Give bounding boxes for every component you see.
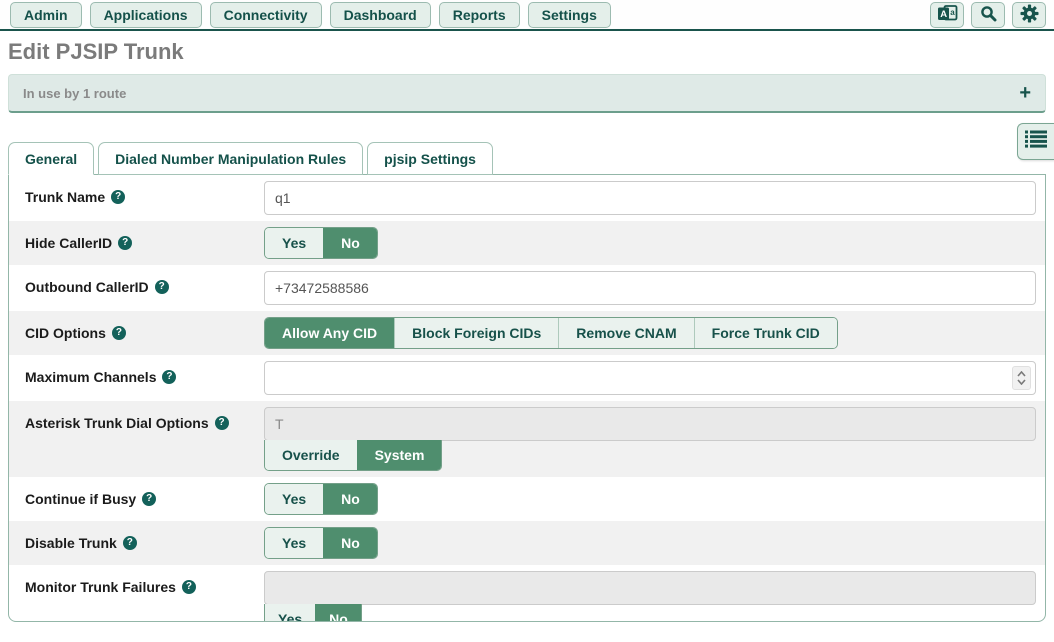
svg-text:a: a	[950, 8, 955, 17]
number-spinner[interactable]	[1012, 366, 1031, 390]
hide-callerid-label: Hide CallerID	[25, 235, 112, 251]
tab-pjsip-settings[interactable]: pjsip Settings	[367, 142, 493, 175]
row-hide-callerid: Hide CallerID ? Yes No	[9, 221, 1045, 265]
tab-bar: General Dialed Number Manipulation Rules…	[8, 141, 1054, 174]
nav-settings[interactable]: Settings	[528, 2, 611, 28]
help-icon[interactable]: ?	[142, 492, 156, 506]
cid-options-label: CID Options	[25, 325, 106, 341]
help-icon[interactable]: ?	[155, 280, 169, 294]
row-outbound-callerid: Outbound CallerID ?	[9, 265, 1045, 311]
monitor-failures-no[interactable]: No	[315, 604, 361, 622]
cid-remove-cnam[interactable]: Remove CNAM	[558, 318, 693, 348]
row-trunk-name: Trunk Name ?	[9, 175, 1045, 221]
settings-gear-button[interactable]	[1012, 2, 1046, 28]
continue-if-busy-yes[interactable]: Yes	[265, 484, 323, 514]
tab-general[interactable]: General	[8, 142, 94, 175]
row-disable-trunk: Disable Trunk ? Yes No	[9, 521, 1045, 565]
trunk-name-input[interactable]	[264, 181, 1036, 215]
nav-icon-group: A a	[930, 2, 1046, 28]
maximum-channels-input[interactable]	[264, 361, 1036, 395]
monitor-trunk-failures-label: Monitor Trunk Failures	[25, 579, 176, 595]
row-continue-if-busy: Continue if Busy ? Yes No	[9, 477, 1045, 521]
search-button[interactable]	[971, 2, 1005, 28]
language-button[interactable]: A a	[930, 2, 964, 28]
top-nav: Admin Applications Connectivity Dashboar…	[0, 0, 1054, 31]
help-icon[interactable]: ?	[162, 370, 176, 384]
search-icon	[980, 5, 997, 25]
dial-options-input	[264, 407, 1036, 441]
nav-applications[interactable]: Applications	[90, 2, 202, 28]
cid-block-foreign[interactable]: Block Foreign CIDs	[394, 318, 558, 348]
help-icon[interactable]: ?	[123, 536, 137, 550]
disable-trunk-toggle: Yes No	[264, 527, 378, 559]
help-icon[interactable]: ?	[182, 580, 196, 594]
cid-force-trunk[interactable]: Force Trunk CID	[694, 318, 837, 348]
monitor-trunk-failures-toggle: Yes No	[264, 604, 362, 622]
row-dial-options: Asterisk Trunk Dial Options ? Override S…	[9, 401, 1045, 477]
disable-trunk-label: Disable Trunk	[25, 535, 117, 551]
help-icon[interactable]: ?	[118, 236, 132, 250]
svg-text:A: A	[940, 9, 947, 20]
cid-allow-any[interactable]: Allow Any CID	[265, 318, 394, 348]
monitor-trunk-failures-input	[264, 571, 1036, 605]
usage-panel[interactable]: In use by 1 route +	[8, 74, 1046, 113]
continue-if-busy-toggle: Yes No	[264, 483, 378, 515]
dial-options-override[interactable]: Override	[265, 440, 357, 470]
dial-options-label: Asterisk Trunk Dial Options	[25, 415, 209, 431]
outbound-callerid-input[interactable]	[264, 271, 1036, 305]
dial-options-toggle: Override System	[264, 440, 442, 471]
page-title: Edit PJSIP Trunk	[8, 39, 1054, 65]
help-icon[interactable]: ?	[215, 416, 229, 430]
hide-callerid-toggle: Yes No	[264, 227, 378, 259]
dial-options-system[interactable]: System	[357, 440, 442, 470]
tab-dialed-number-manipulation-rules[interactable]: Dialed Number Manipulation Rules	[98, 142, 363, 175]
expand-plus-icon[interactable]: +	[1019, 83, 1031, 103]
nav-reports[interactable]: Reports	[439, 2, 520, 28]
gear-icon	[1020, 4, 1039, 26]
continue-if-busy-label: Continue if Busy	[25, 491, 136, 507]
nav-dashboard[interactable]: Dashboard	[330, 2, 431, 28]
row-cid-options: CID Options ? Allow Any CID Block Foreig…	[9, 311, 1045, 355]
row-monitor-trunk-failures: Monitor Trunk Failures ? Yes No	[9, 565, 1045, 622]
nav-admin[interactable]: Admin	[10, 2, 82, 28]
hide-callerid-no[interactable]: No	[323, 228, 377, 258]
cid-options-group: Allow Any CID Block Foreign CIDs Remove …	[264, 317, 838, 349]
maximum-channels-label: Maximum Channels	[25, 369, 156, 385]
help-icon[interactable]: ?	[111, 190, 125, 204]
translate-icon: A a	[937, 5, 958, 25]
disable-trunk-no[interactable]: No	[323, 528, 377, 558]
general-tab-panel: Trunk Name ? Hide CallerID ? Yes No Outb…	[8, 174, 1046, 622]
help-icon[interactable]: ?	[112, 326, 126, 340]
row-maximum-channels: Maximum Channels ?	[9, 355, 1045, 401]
outbound-callerid-label: Outbound CallerID	[25, 279, 149, 295]
disable-trunk-yes[interactable]: Yes	[265, 528, 323, 558]
nav-connectivity[interactable]: Connectivity	[210, 2, 322, 28]
trunk-name-label: Trunk Name	[25, 189, 105, 205]
continue-if-busy-no[interactable]: No	[323, 484, 377, 514]
usage-text: In use by 1 route	[23, 86, 126, 101]
monitor-failures-yes[interactable]: Yes	[265, 604, 315, 622]
hide-callerid-yes[interactable]: Yes	[265, 228, 323, 258]
